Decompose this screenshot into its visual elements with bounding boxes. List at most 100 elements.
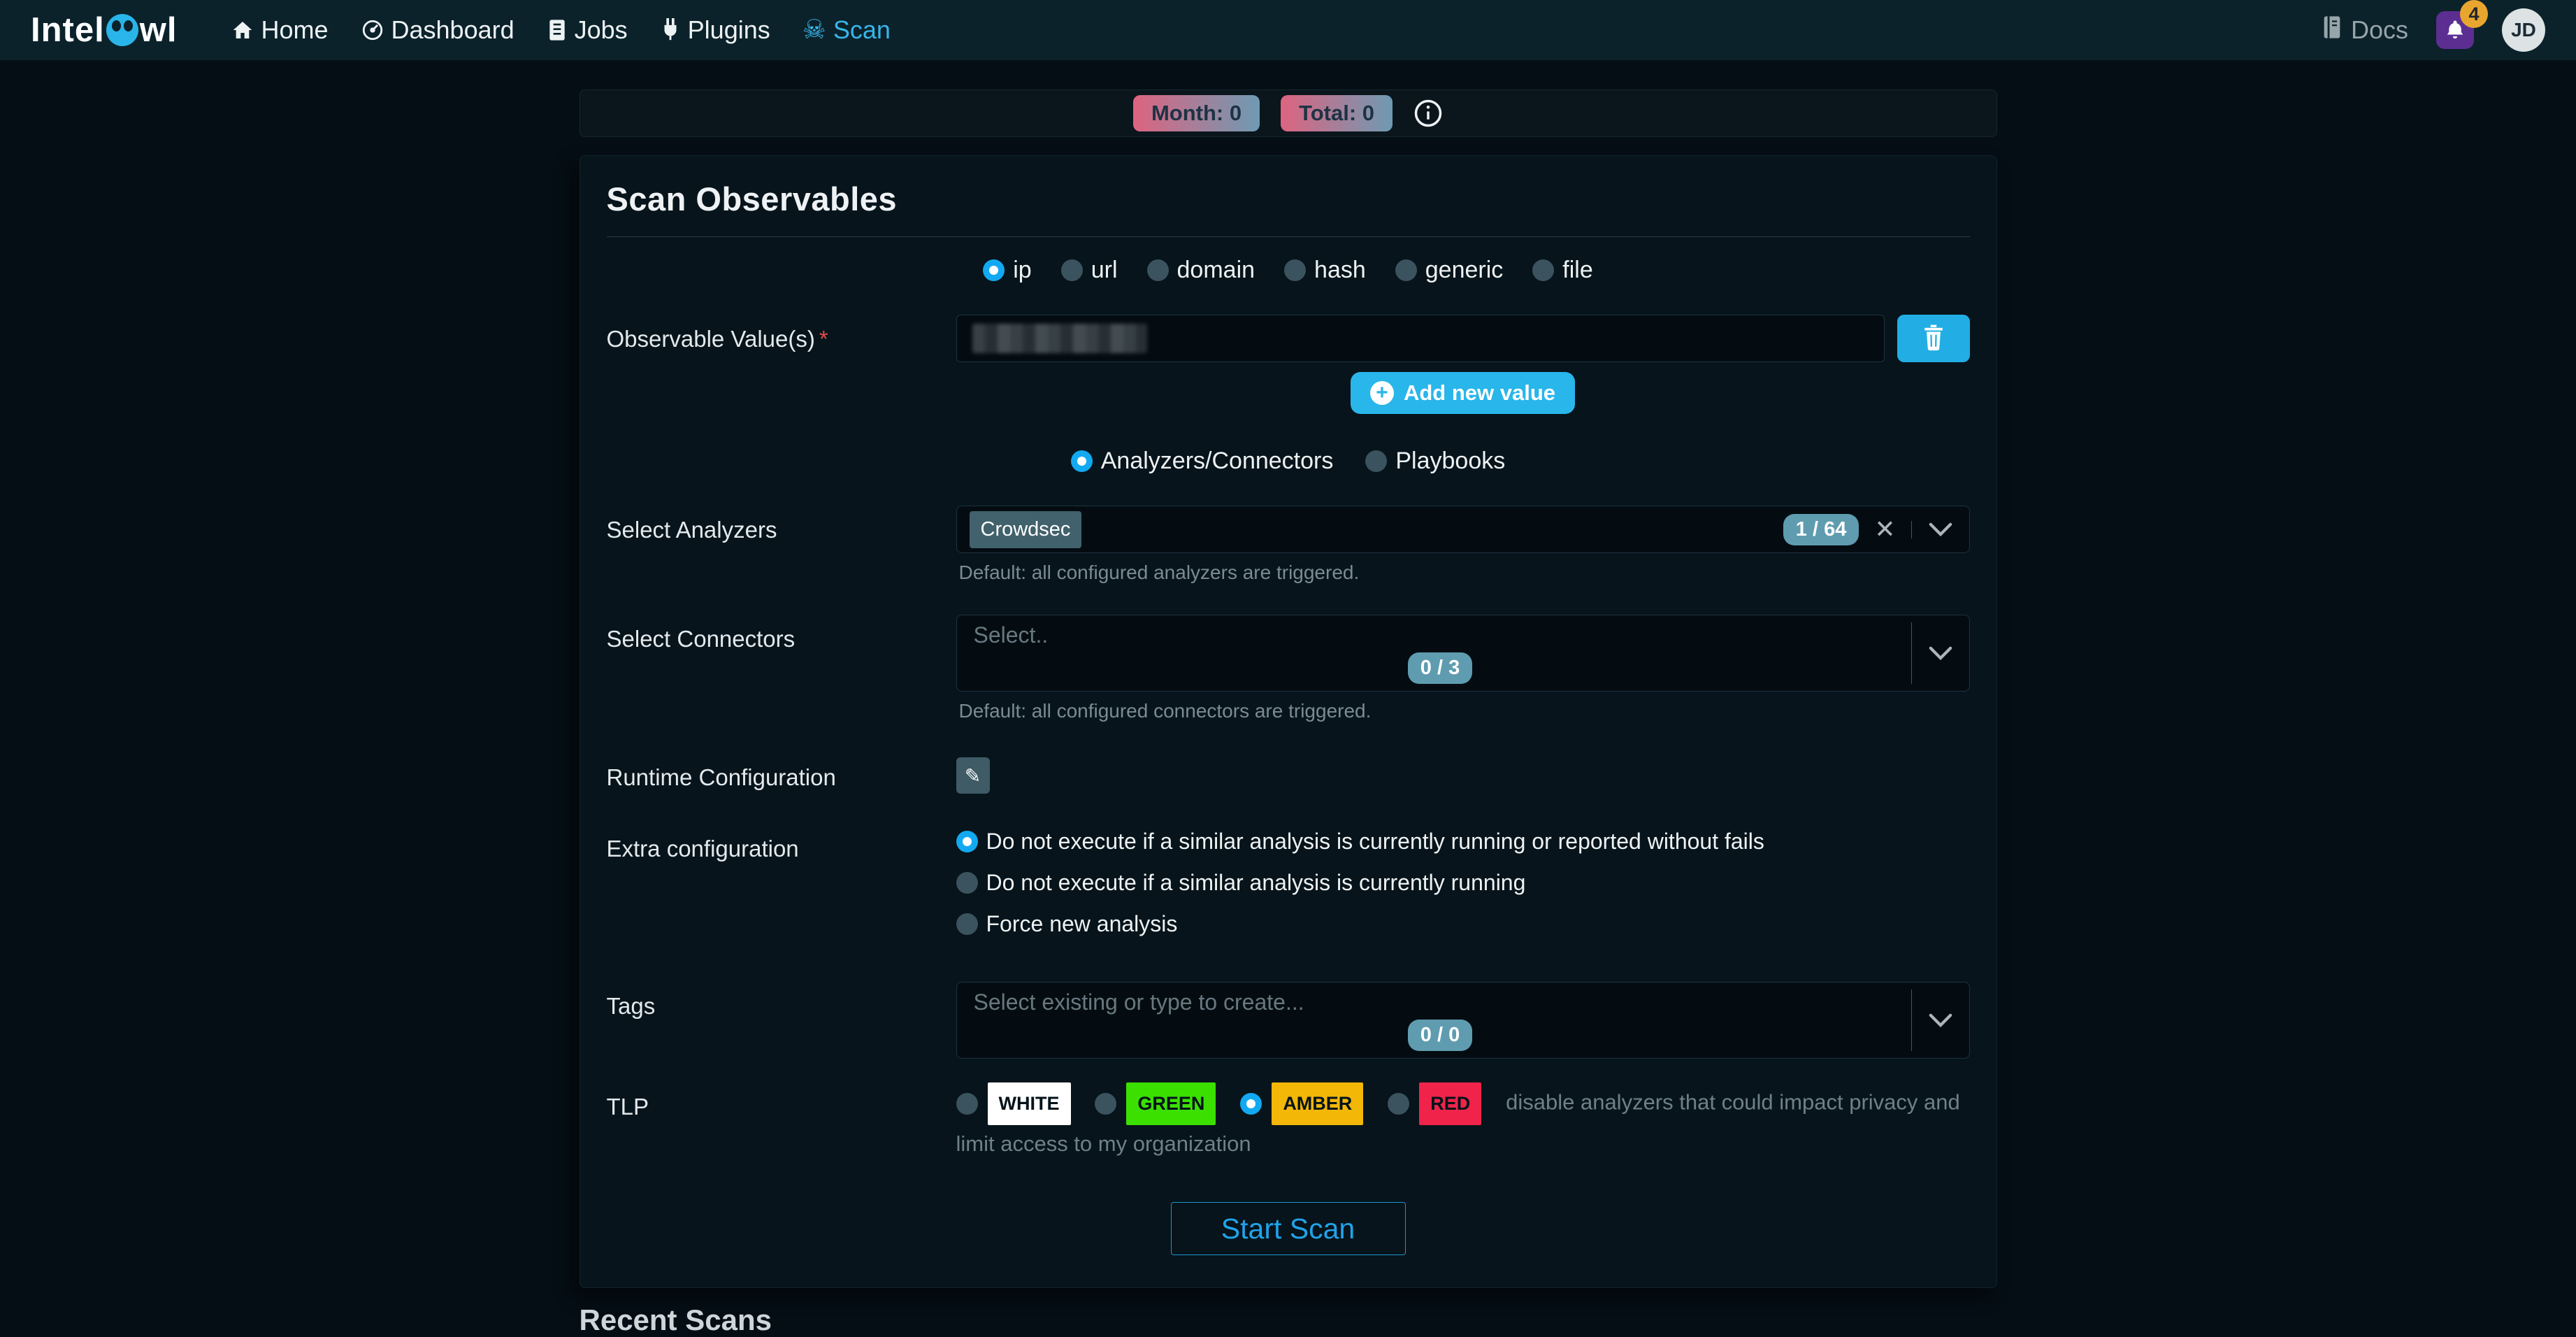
tags-multiselect[interactable]: Select existing or type to create... 0 /… xyxy=(956,982,1970,1059)
select-separator xyxy=(1911,622,1912,684)
extra-configuration-row: Extra configuration Do not execute if a … xyxy=(607,824,1970,937)
tlp-label: TLP xyxy=(607,1082,956,1161)
connectors-count-badge: 0 / 3 xyxy=(1408,652,1472,684)
radio-icon[interactable] xyxy=(1395,259,1417,281)
radio-icon[interactable] xyxy=(1388,1093,1409,1115)
observable-type-ip[interactable]: ip xyxy=(983,257,1031,284)
observable-value-row: Observable Value(s)* + Add new value xyxy=(607,315,1970,414)
plug-icon xyxy=(660,18,681,42)
mode-analyzers-connectors[interactable]: Analyzers/Connectors xyxy=(1071,448,1334,475)
extra-configuration-label: Extra configuration xyxy=(607,824,956,937)
clear-x-icon[interactable]: ✕ xyxy=(1871,515,1898,544)
selected-analyzer-chip[interactable]: Crowdsec xyxy=(970,511,1082,548)
brand-text-wl: wl xyxy=(140,10,178,50)
radio-selected-icon[interactable] xyxy=(956,831,978,852)
radio-icon[interactable] xyxy=(956,913,978,935)
observable-type-generic[interactable]: generic xyxy=(1395,257,1504,284)
tags-label: Tags xyxy=(607,982,956,1059)
observable-type-url[interactable]: url xyxy=(1061,257,1118,284)
observable-type-domain[interactable]: domain xyxy=(1147,257,1255,284)
observable-type-group: ip url domain hash generic file xyxy=(607,257,1970,284)
nav-item-dashboard[interactable]: Dashboard xyxy=(361,15,515,45)
nav-item-jobs[interactable]: Jobs xyxy=(547,15,628,45)
notification-count-badge: 4 xyxy=(2460,0,2488,28)
analyzers-helper-text: Default: all configured analyzers are tr… xyxy=(956,562,1970,584)
radio-icon[interactable] xyxy=(956,1093,978,1115)
connectors-placeholder: Select.. xyxy=(970,622,1911,648)
radio-icon[interactable] xyxy=(1061,259,1083,281)
owl-icon xyxy=(106,14,138,46)
chevron-down-icon[interactable] xyxy=(1924,522,1957,537)
tlp-green-chip: GREEN xyxy=(1126,1082,1216,1125)
tlp-option-red[interactable]: RED xyxy=(1388,1082,1481,1125)
tlp-option-green[interactable]: GREEN xyxy=(1095,1082,1216,1125)
notifications-button[interactable]: 4 xyxy=(2436,11,2474,49)
skull-crossbones-icon: ☠ xyxy=(803,17,826,43)
extra-config-option-no-repeat-reported[interactable]: Do not execute if a similar analysis is … xyxy=(956,829,1970,855)
nav-item-label: Scan xyxy=(833,15,891,45)
select-separator xyxy=(1911,989,1912,1051)
extra-config-option-force-new[interactable]: Force new analysis xyxy=(956,911,1970,937)
observable-value-label: Observable Value(s)* xyxy=(607,315,956,414)
select-connectors-label: Select Connectors xyxy=(607,615,956,722)
radio-icon[interactable] xyxy=(1532,259,1554,281)
chevron-down-icon[interactable] xyxy=(1924,1013,1957,1028)
mode-playbooks[interactable]: Playbooks xyxy=(1365,448,1505,475)
observable-value-input[interactable] xyxy=(956,315,1885,362)
radio-icon[interactable] xyxy=(1365,450,1387,472)
plus-icon: + xyxy=(1370,381,1394,405)
tlp-option-amber[interactable]: AMBER xyxy=(1240,1082,1363,1125)
info-icon[interactable] xyxy=(1413,99,1443,128)
tlp-amber-chip: AMBER xyxy=(1272,1082,1363,1125)
connectors-helper-text: Default: all configured connectors are t… xyxy=(956,700,1970,722)
tlp-option-white[interactable]: WHITE xyxy=(956,1082,1071,1125)
avatar[interactable]: JD xyxy=(2502,8,2545,52)
radio-icon[interactable] xyxy=(956,872,978,894)
observable-type-label: generic xyxy=(1425,257,1504,284)
extra-config-option-no-repeat-running[interactable]: Do not execute if a similar analysis is … xyxy=(956,870,1970,896)
analysis-mode-group: Analyzers/Connectors Playbooks xyxy=(607,448,1970,475)
nav-item-label: Jobs xyxy=(575,15,628,45)
chevron-down-icon[interactable] xyxy=(1924,645,1957,661)
required-asterisk: * xyxy=(819,326,828,352)
analyzers-multiselect[interactable]: Crowdsec 1 / 64 ✕ xyxy=(956,506,1970,553)
select-analyzers-label: Select Analyzers xyxy=(607,506,956,584)
nav-item-label: Dashboard xyxy=(391,15,515,45)
recent-scans-heading: Recent Scans xyxy=(580,1303,1997,1337)
select-analyzers-row: Select Analyzers Crowdsec 1 / 64 ✕ xyxy=(607,506,1970,584)
add-new-value-button[interactable]: + Add new value xyxy=(1351,372,1575,414)
start-scan-button[interactable]: Start Scan xyxy=(1171,1202,1406,1255)
edit-runtime-config-button[interactable]: ✎ xyxy=(956,757,990,794)
delete-value-button[interactable] xyxy=(1897,315,1970,362)
tlp-white-chip: WHITE xyxy=(988,1082,1071,1125)
nav-item-home[interactable]: Home xyxy=(231,15,328,45)
radio-selected-icon[interactable] xyxy=(1240,1093,1262,1115)
extra-config-label: Force new analysis xyxy=(986,911,1178,937)
brand-logo[interactable]: Intel wl xyxy=(31,10,177,50)
docs-link[interactable]: Docs xyxy=(2322,15,2408,45)
radio-selected-icon[interactable] xyxy=(1071,450,1093,472)
tlp-row: TLP WHITE GREEN AMBER RED dis xyxy=(607,1082,1970,1161)
title-divider xyxy=(607,236,1970,237)
tags-count-badge: 0 / 0 xyxy=(1408,1020,1472,1051)
connectors-multiselect[interactable]: Select.. 0 / 3 xyxy=(956,615,1970,692)
observable-type-label: hash xyxy=(1314,257,1366,284)
trash-icon xyxy=(1922,324,1945,353)
runtime-configuration-label: Runtime Configuration xyxy=(607,753,956,794)
tags-row: Tags Select existing or type to create..… xyxy=(607,982,1970,1059)
radio-icon[interactable] xyxy=(1284,259,1306,281)
tlp-red-chip: RED xyxy=(1419,1082,1481,1125)
scan-observables-card: Scan Observables ip url domain hash xyxy=(580,155,1997,1288)
nav-item-scan[interactable]: ☠ Scan xyxy=(803,15,891,45)
observable-type-label: url xyxy=(1091,257,1118,284)
radio-icon[interactable] xyxy=(1147,259,1169,281)
extra-config-label: Do not execute if a similar analysis is … xyxy=(986,870,1526,896)
radio-selected-icon[interactable] xyxy=(983,259,1005,281)
nav-item-plugins[interactable]: Plugins xyxy=(660,15,770,45)
observable-type-label: file xyxy=(1562,257,1592,284)
observable-type-file[interactable]: file xyxy=(1532,257,1592,284)
book-icon xyxy=(2322,15,2343,45)
radio-icon[interactable] xyxy=(1095,1093,1116,1115)
observable-type-hash[interactable]: hash xyxy=(1284,257,1366,284)
home-icon xyxy=(231,19,254,41)
